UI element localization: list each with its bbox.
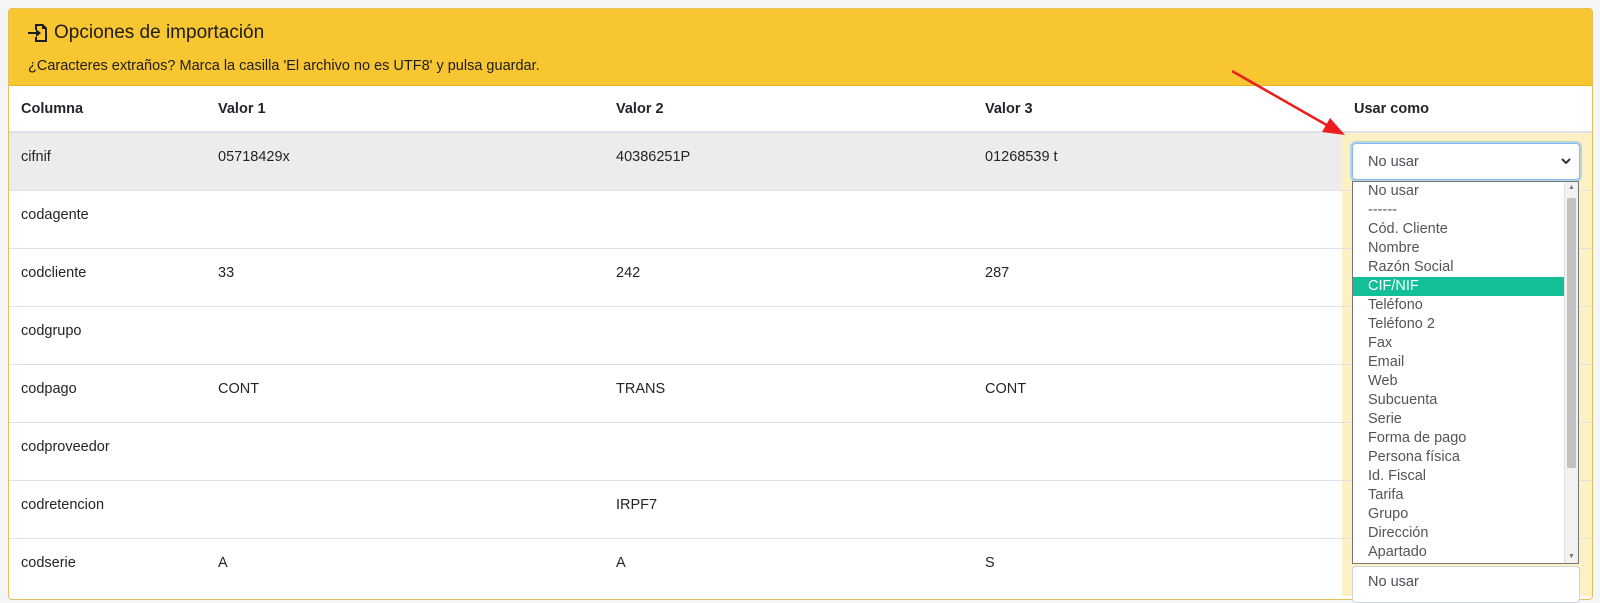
value-2: A bbox=[604, 537, 973, 596]
column-name: codgrupo bbox=[9, 305, 206, 364]
option-item[interactable]: ------ bbox=[1353, 201, 1565, 220]
value-3: 01268539 t bbox=[973, 131, 1342, 190]
option-item[interactable]: Forma de pago bbox=[1353, 429, 1565, 448]
value-1: 05718429x bbox=[206, 131, 604, 190]
option-item[interactable]: Id. Fiscal bbox=[1353, 467, 1565, 486]
dropdown-scrollbar[interactable]: ▲ ▼ bbox=[1564, 182, 1578, 563]
value-3: CONT bbox=[973, 363, 1342, 422]
scroll-down-icon[interactable]: ▼ bbox=[1565, 551, 1578, 563]
value-2: 242 bbox=[604, 247, 973, 306]
option-item[interactable]: Nombre bbox=[1353, 239, 1565, 258]
scroll-thumb[interactable] bbox=[1567, 198, 1576, 468]
option-item[interactable]: CIF/NIF bbox=[1353, 277, 1565, 296]
file-import-icon bbox=[28, 24, 47, 42]
use-as-select-codserie[interactable]: No usar bbox=[1352, 566, 1580, 603]
value-2 bbox=[604, 305, 973, 364]
utf8-hint: ¿Caracteres extraños? Marca la casilla '… bbox=[28, 58, 540, 74]
header-valor-1: Valor 1 bbox=[206, 86, 604, 133]
column-name: codproveedor bbox=[9, 421, 206, 480]
option-item[interactable]: Grupo bbox=[1353, 505, 1565, 524]
value-1 bbox=[206, 421, 604, 480]
option-item[interactable]: Tarifa bbox=[1353, 486, 1565, 505]
card-header: Opciones de importación ¿Caracteres extr… bbox=[9, 9, 1592, 86]
value-1: CONT bbox=[206, 363, 604, 422]
header-valor-3: Valor 3 bbox=[973, 86, 1342, 133]
option-item[interactable]: Email bbox=[1353, 353, 1565, 372]
value-1 bbox=[206, 305, 604, 364]
value-2: 40386251P bbox=[604, 131, 973, 190]
option-item[interactable]: Persona física bbox=[1353, 448, 1565, 467]
use-as-select-value: No usar bbox=[1368, 153, 1419, 170]
header-usar-como: Usar como bbox=[1342, 86, 1592, 133]
option-item[interactable]: Fax bbox=[1353, 334, 1565, 353]
option-list: No usar ------ Cód. Cliente Nombre Razón Soc… bbox=[1353, 182, 1565, 562]
header-valor-2: Valor 2 bbox=[604, 86, 973, 133]
use-as-select-value: No usar bbox=[1368, 574, 1419, 590]
value-3 bbox=[973, 421, 1342, 480]
value-1 bbox=[206, 479, 604, 538]
table-header-row: Columna Valor 1 Valor 2 Valor 3 Usar com… bbox=[9, 86, 1592, 133]
column-name: codagente bbox=[9, 189, 206, 248]
column-name: codretencion bbox=[9, 479, 206, 538]
value-2: IRPF7 bbox=[604, 479, 973, 538]
option-item[interactable]: Dirección bbox=[1353, 524, 1565, 543]
use-as-select[interactable]: No usar bbox=[1352, 143, 1580, 180]
value-3: 287 bbox=[973, 247, 1342, 306]
page-title: Opciones de importación bbox=[54, 22, 265, 43]
column-name: codcliente bbox=[9, 247, 206, 306]
option-item[interactable]: Cód. Cliente bbox=[1353, 220, 1565, 239]
value-2 bbox=[604, 189, 973, 248]
option-item[interactable]: Teléfono 2 bbox=[1353, 315, 1565, 334]
value-3 bbox=[973, 479, 1342, 538]
value-3: S bbox=[973, 537, 1342, 596]
value-2 bbox=[604, 421, 973, 480]
option-item[interactable]: Teléfono bbox=[1353, 296, 1565, 315]
option-item[interactable]: Subcuenta bbox=[1353, 391, 1565, 410]
value-1 bbox=[206, 189, 604, 248]
value-3 bbox=[973, 189, 1342, 248]
value-3 bbox=[973, 305, 1342, 364]
option-item[interactable]: Razón Social bbox=[1353, 258, 1565, 277]
column-name: codserie bbox=[9, 537, 206, 596]
column-name: cifnif bbox=[9, 131, 206, 190]
option-item[interactable]: Web bbox=[1353, 372, 1565, 391]
column-name: codpago bbox=[9, 363, 206, 422]
option-item[interactable]: Serie bbox=[1353, 410, 1565, 429]
option-item[interactable]: No usar bbox=[1353, 182, 1565, 201]
scroll-up-icon[interactable]: ▲ bbox=[1565, 182, 1578, 194]
card-title: Opciones de importación bbox=[28, 21, 1573, 45]
value-1: 33 bbox=[206, 247, 604, 306]
use-as-dropdown-list[interactable]: No usar ------ Cód. Cliente Nombre Razón Soc… bbox=[1352, 181, 1579, 564]
option-item[interactable]: Apartado bbox=[1353, 543, 1565, 562]
value-1: A bbox=[206, 537, 604, 596]
value-2: TRANS bbox=[604, 363, 973, 422]
header-columna: Columna bbox=[9, 86, 206, 133]
chevron-down-icon bbox=[1561, 158, 1571, 165]
